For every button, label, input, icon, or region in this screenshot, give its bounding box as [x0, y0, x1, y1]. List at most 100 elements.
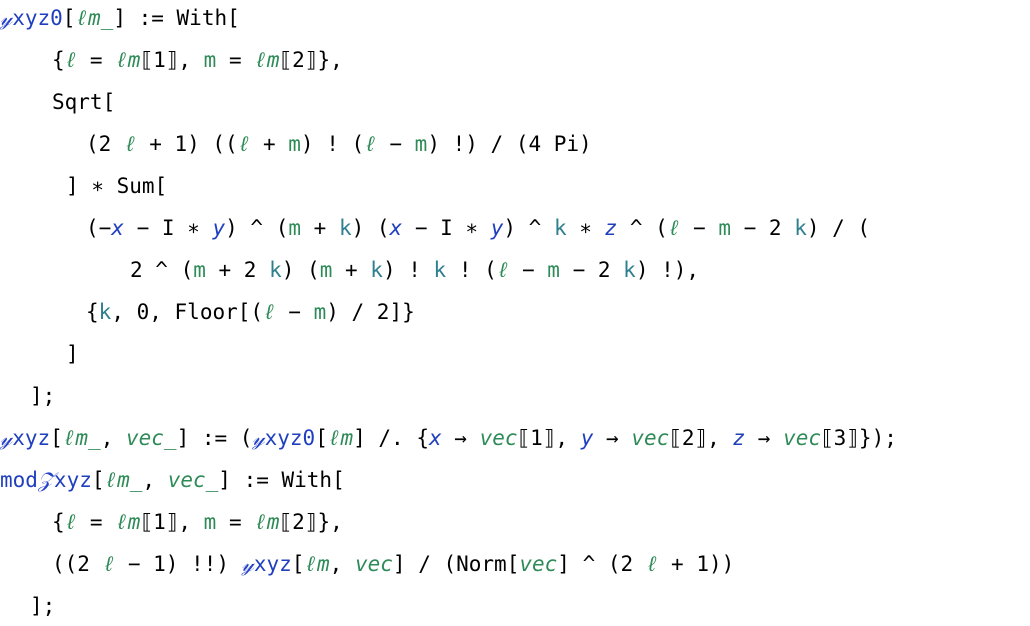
code-token: ℓm_ — [62, 426, 101, 450]
code-cell[interactable]: 𝓎xyz0[ℓm_] := With[ {ℓ = ℓm⟦1⟧, m = ℓm⟦2… — [0, 0, 1030, 624]
code-token: ℓm — [304, 552, 330, 576]
code-line-13: {ℓ = ℓm⟦1⟧, m = ℓm⟦2⟧}, — [0, 502, 343, 542]
code-token: m — [547, 258, 560, 282]
code-token: ℓm — [115, 510, 141, 534]
code-token: k — [98, 300, 112, 324]
code-token: 𝒵 — [37, 468, 54, 492]
code-token: ℓm — [115, 48, 141, 72]
code-token: [ — [62, 6, 76, 30]
code-token: (2 — [86, 132, 124, 156]
code-token: ) / 2]} — [326, 300, 415, 324]
code-token: x — [389, 216, 403, 240]
code-token: − 2 — [730, 216, 795, 240]
code-token: ) ^ ( — [225, 216, 289, 240]
code-line-1: 𝓎xyz0[ℓm_] := With[ — [0, 0, 240, 38]
code-line-10: ]; — [0, 376, 55, 416]
code-token: [ — [315, 426, 328, 450]
code-token: y — [490, 216, 504, 240]
code-token: ℓ — [667, 216, 681, 240]
code-token: m — [718, 216, 731, 240]
code-token: → — [593, 426, 632, 450]
code-token: vec — [354, 552, 393, 576]
code-token: ∗ — [566, 216, 605, 240]
code-token: ] ∗ Sum[ — [66, 174, 168, 198]
code-token: ((2 — [52, 552, 103, 576]
code-token: 𝓎 — [0, 6, 13, 30]
code-token: − — [376, 132, 415, 156]
code-token: xyz — [12, 426, 51, 450]
code-token: + — [332, 258, 371, 282]
code-line-14: ((2 ℓ − 1) !!) 𝓎xyz[ℓm, vec] / (Norm[vec… — [0, 544, 734, 584]
code-token: xyz0 — [264, 426, 316, 450]
code-token: ] := With[ — [113, 6, 240, 30]
code-token: ⟦1⟧, — [140, 510, 204, 534]
code-token: ⟦3⟧}); — [821, 426, 897, 450]
code-token: ℓ — [64, 510, 78, 534]
code-token: = — [216, 510, 255, 534]
code-line-2: {ℓ = ℓm⟦1⟧, m = ℓm⟦2⟧}, — [0, 40, 343, 80]
code-token: + — [250, 132, 289, 156]
code-token: vec — [783, 426, 821, 450]
code-token: − 2 — [559, 258, 624, 282]
code-token: , — [100, 426, 126, 450]
code-token: ) ^ — [503, 216, 554, 240]
code-token: k — [338, 216, 352, 240]
code-token: ] — [66, 342, 79, 366]
code-token: { — [52, 48, 65, 72]
code-token: ℓ — [364, 132, 377, 156]
code-token: k — [623, 258, 636, 282]
code-token: k — [433, 258, 447, 282]
code-token: + — [301, 216, 339, 240]
code-token: ] /. { — [353, 426, 429, 450]
code-token: m — [288, 216, 301, 240]
code-token: 𝓎 — [241, 552, 254, 576]
code-token: − 1) !!) — [115, 552, 242, 576]
code-token: z — [732, 426, 746, 450]
code-token: ℓ — [237, 132, 251, 156]
code-token: ] := With[ — [218, 468, 345, 492]
code-token: x — [428, 426, 442, 450]
code-token: ]; — [30, 594, 56, 618]
code-token: → — [441, 426, 480, 450]
code-token: k — [553, 216, 567, 240]
code-token: k — [370, 258, 383, 282]
code-token: ) !) / (4 Pi) — [427, 132, 592, 156]
code-token: → — [745, 426, 784, 450]
code-token: ⟦1⟧, — [517, 426, 581, 450]
code-token: ℓ — [102, 552, 116, 576]
code-token: ℓ — [64, 48, 78, 72]
code-token: [ — [50, 426, 63, 450]
code-token: vec_ — [125, 426, 177, 450]
code-token: m — [193, 258, 206, 282]
code-token: vec — [479, 426, 518, 450]
code-token: [ — [291, 552, 305, 576]
code-token: y — [212, 216, 226, 240]
code-line-15: ]; — [0, 586, 55, 626]
code-token: ℓm_ — [104, 468, 143, 492]
code-token: vec — [519, 552, 558, 576]
code-token: ⟦2⟧, — [669, 426, 733, 450]
code-token: ) ( — [351, 216, 390, 240]
code-token: (− — [86, 216, 112, 240]
code-token: ℓm — [254, 48, 280, 72]
code-token: ) ! ( — [300, 132, 365, 156]
code-token: { — [52, 510, 65, 534]
code-token: 𝓎 — [0, 426, 13, 450]
code-token: ) !), — [635, 258, 700, 282]
code-token: m — [313, 300, 327, 324]
code-token: z — [604, 216, 618, 240]
code-token: ℓm — [327, 426, 354, 450]
code-token: k — [794, 216, 807, 240]
code-token: 2 ^ ( — [130, 258, 194, 282]
code-token: [ — [91, 468, 105, 492]
code-token: 𝓎 — [252, 426, 265, 450]
code-line-5: ] ∗ Sum[ — [0, 166, 167, 206]
code-token: ^ ( — [617, 216, 668, 240]
code-token: − I ∗ — [402, 216, 491, 240]
code-token: ) ! — [382, 258, 434, 282]
code-token: ] ^ (2 — [557, 552, 646, 576]
code-token: ⟦2⟧}, — [279, 510, 343, 534]
code-token: − — [680, 216, 719, 240]
code-token: ]; — [30, 384, 56, 408]
code-token: Sqrt[ — [52, 90, 116, 114]
